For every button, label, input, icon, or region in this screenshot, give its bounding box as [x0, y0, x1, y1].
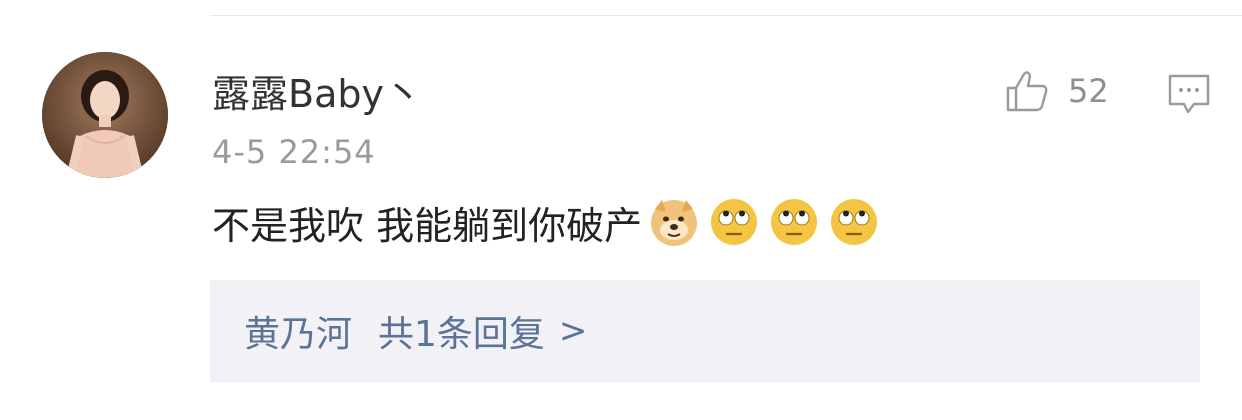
- username[interactable]: 露露Baby丶: [212, 72, 422, 116]
- eye-roll-emoji-icon: [771, 199, 818, 245]
- chevron-right-icon: >: [558, 311, 588, 351]
- thumbs-up-icon: [1006, 71, 1048, 112]
- reply-count[interactable]: 共1条回复: [378, 305, 545, 357]
- avatar-image: [42, 52, 168, 178]
- like-count: 52: [1068, 72, 1109, 110]
- avatar[interactable]: [42, 52, 168, 178]
- reply-button[interactable]: [1166, 72, 1212, 116]
- like-button[interactable]: 52: [1004, 68, 1109, 114]
- replies-preview[interactable]: 黄乃河 共1条回复 >: [210, 280, 1200, 382]
- timestamp: 4-5 22:54: [212, 133, 376, 171]
- comment-text: 不是我吹 我能躺到你破产: [212, 203, 643, 248]
- emoji-row: [648, 196, 888, 248]
- comment-body: 不是我吹 我能躺到你破产: [212, 194, 888, 250]
- eye-roll-emoji-icon: [831, 199, 878, 245]
- doge-emoji-icon: [651, 200, 698, 246]
- eye-roll-emoji-icon: [711, 199, 758, 245]
- comment-bubble-icon: [1168, 74, 1210, 114]
- reply-author[interactable]: 黄乃河: [244, 305, 352, 357]
- comment-card: 露露Baby丶 4-5 22:54 52 不是我吹 我能躺到你破产 黄乃河 共1…: [0, 0, 1242, 420]
